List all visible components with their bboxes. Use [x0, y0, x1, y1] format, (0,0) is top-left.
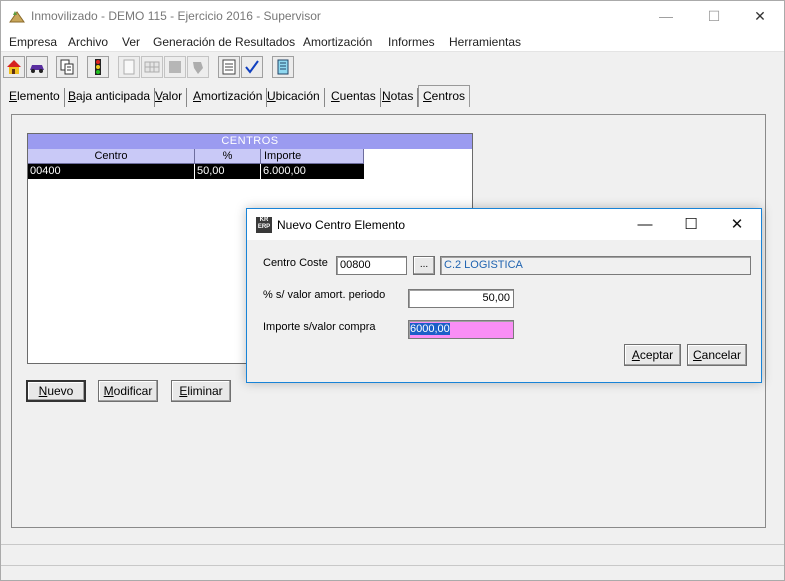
menu-herramientas[interactable]: Herramientas	[449, 35, 521, 49]
menu-ver[interactable]: Ver	[122, 35, 140, 49]
cell-porcentaje: 50,00	[195, 164, 261, 179]
hand-icon	[193, 62, 203, 74]
dialog-close-button[interactable]: ✕	[714, 209, 760, 240]
window-title: Inmovilizado - DEMO 115 - Ejercicio 2016…	[31, 9, 321, 23]
close-button[interactable]: ✕	[737, 1, 783, 31]
tab-strip: Elemento Baja anticipada Valor Amortizac…	[5, 85, 779, 107]
centro-coste-browse-button[interactable]: ...	[413, 256, 435, 275]
notebook-icon	[277, 59, 289, 75]
copy-icon	[60, 59, 74, 75]
car-icon	[30, 65, 44, 73]
notebook-button[interactable]	[272, 56, 294, 78]
document-icon	[123, 59, 135, 75]
menu-bar: Empresa Archivo Ver Generación de Result…	[1, 32, 784, 52]
dialog-title: Nuevo Centro Elemento	[277, 218, 406, 232]
copy-button[interactable]	[56, 56, 78, 78]
tab-valor[interactable]: Valor	[151, 88, 188, 107]
porcentaje-label: % s/ valor amort. periodo	[263, 289, 386, 301]
title-bar: Inmovilizado - DEMO 115 - Ejercicio 2016…	[1, 1, 784, 32]
calculator-button[interactable]	[141, 56, 163, 78]
traffic-light-icon	[95, 59, 101, 75]
tab-ubicacion[interactable]: Ubicación	[263, 88, 325, 107]
list-button[interactable]	[218, 56, 240, 78]
home-button[interactable]	[3, 56, 25, 78]
cell-centro: 00400	[28, 164, 195, 179]
car-button[interactable]	[26, 56, 48, 78]
stop-button[interactable]	[164, 56, 186, 78]
checkmark-icon	[245, 60, 259, 74]
eliminar-button[interactable]: Eliminar	[171, 380, 231, 402]
nuevo-button[interactable]: Nuevo	[26, 380, 86, 402]
toolbar	[1, 53, 784, 83]
porcentaje-input[interactable]: 50,00	[408, 289, 514, 308]
kr-erp-icon: KR ERP	[256, 217, 272, 233]
centro-coste-input[interactable]: 00800	[336, 256, 407, 275]
status-bar	[1, 544, 784, 566]
gesture-button[interactable]	[187, 56, 209, 78]
modificar-button[interactable]: Modificar	[98, 380, 158, 402]
aceptar-button[interactable]: Aceptar	[624, 344, 681, 366]
menu-generacion-resultados[interactable]: Generación de Resultados	[153, 35, 295, 49]
grid-column-headers: Centro % Importe	[28, 149, 364, 164]
house-icon	[7, 60, 21, 74]
nuevo-centro-dialog: KR ERP Nuevo Centro Elemento — ☐ ✕ Centro…	[246, 208, 762, 383]
importe-input[interactable]: 6000,00	[408, 320, 514, 339]
menu-empresa[interactable]: Empresa	[9, 35, 57, 49]
tab-centros[interactable]: Centros	[418, 85, 471, 107]
column-header-porcentaje[interactable]: %	[195, 149, 261, 164]
tab-amortizacion[interactable]: Amortización	[189, 88, 268, 107]
cancelar-button[interactable]: Cancelar	[687, 344, 747, 366]
tab-cuentas[interactable]: Cuentas	[327, 88, 381, 107]
menu-amortizacion[interactable]: Amortización	[303, 35, 372, 49]
tab-baja-anticipada[interactable]: Baja anticipada	[64, 88, 156, 107]
centro-coste-description: C.2 LOGISTICA	[440, 256, 751, 275]
column-header-importe[interactable]: Importe	[261, 149, 364, 164]
table-row[interactable]: 00400 50,00 6.000,00	[28, 164, 364, 179]
traffic-light-button[interactable]	[87, 56, 109, 78]
calculator-icon	[144, 61, 160, 73]
dialog-minimize-button[interactable]: —	[622, 209, 668, 240]
column-header-centro[interactable]: Centro	[28, 149, 195, 164]
list-icon	[222, 59, 236, 75]
check-button[interactable]	[241, 56, 263, 78]
dialog-title-bar: KR ERP Nuevo Centro Elemento — ☐ ✕	[247, 209, 761, 240]
menu-informes[interactable]: Informes	[388, 35, 435, 49]
stop-icon	[169, 61, 181, 73]
app-icon	[9, 11, 25, 23]
importe-selected-text: 6000,00	[410, 323, 450, 335]
centro-coste-label: Centro Coste	[263, 257, 328, 269]
importe-label: Importe s/valor compra	[263, 321, 376, 333]
grid-title: CENTROS	[28, 134, 472, 149]
tab-notas[interactable]: Notas	[378, 88, 419, 107]
maximize-button[interactable]: ☐	[691, 1, 737, 31]
dialog-maximize-button[interactable]: ☐	[668, 209, 714, 240]
menu-archivo[interactable]: Archivo	[68, 35, 108, 49]
cell-importe: 6.000,00	[263, 165, 306, 177]
tab-elemento[interactable]: Elemento	[5, 88, 65, 107]
minimize-button[interactable]: —	[643, 1, 689, 31]
document-button[interactable]	[118, 56, 140, 78]
